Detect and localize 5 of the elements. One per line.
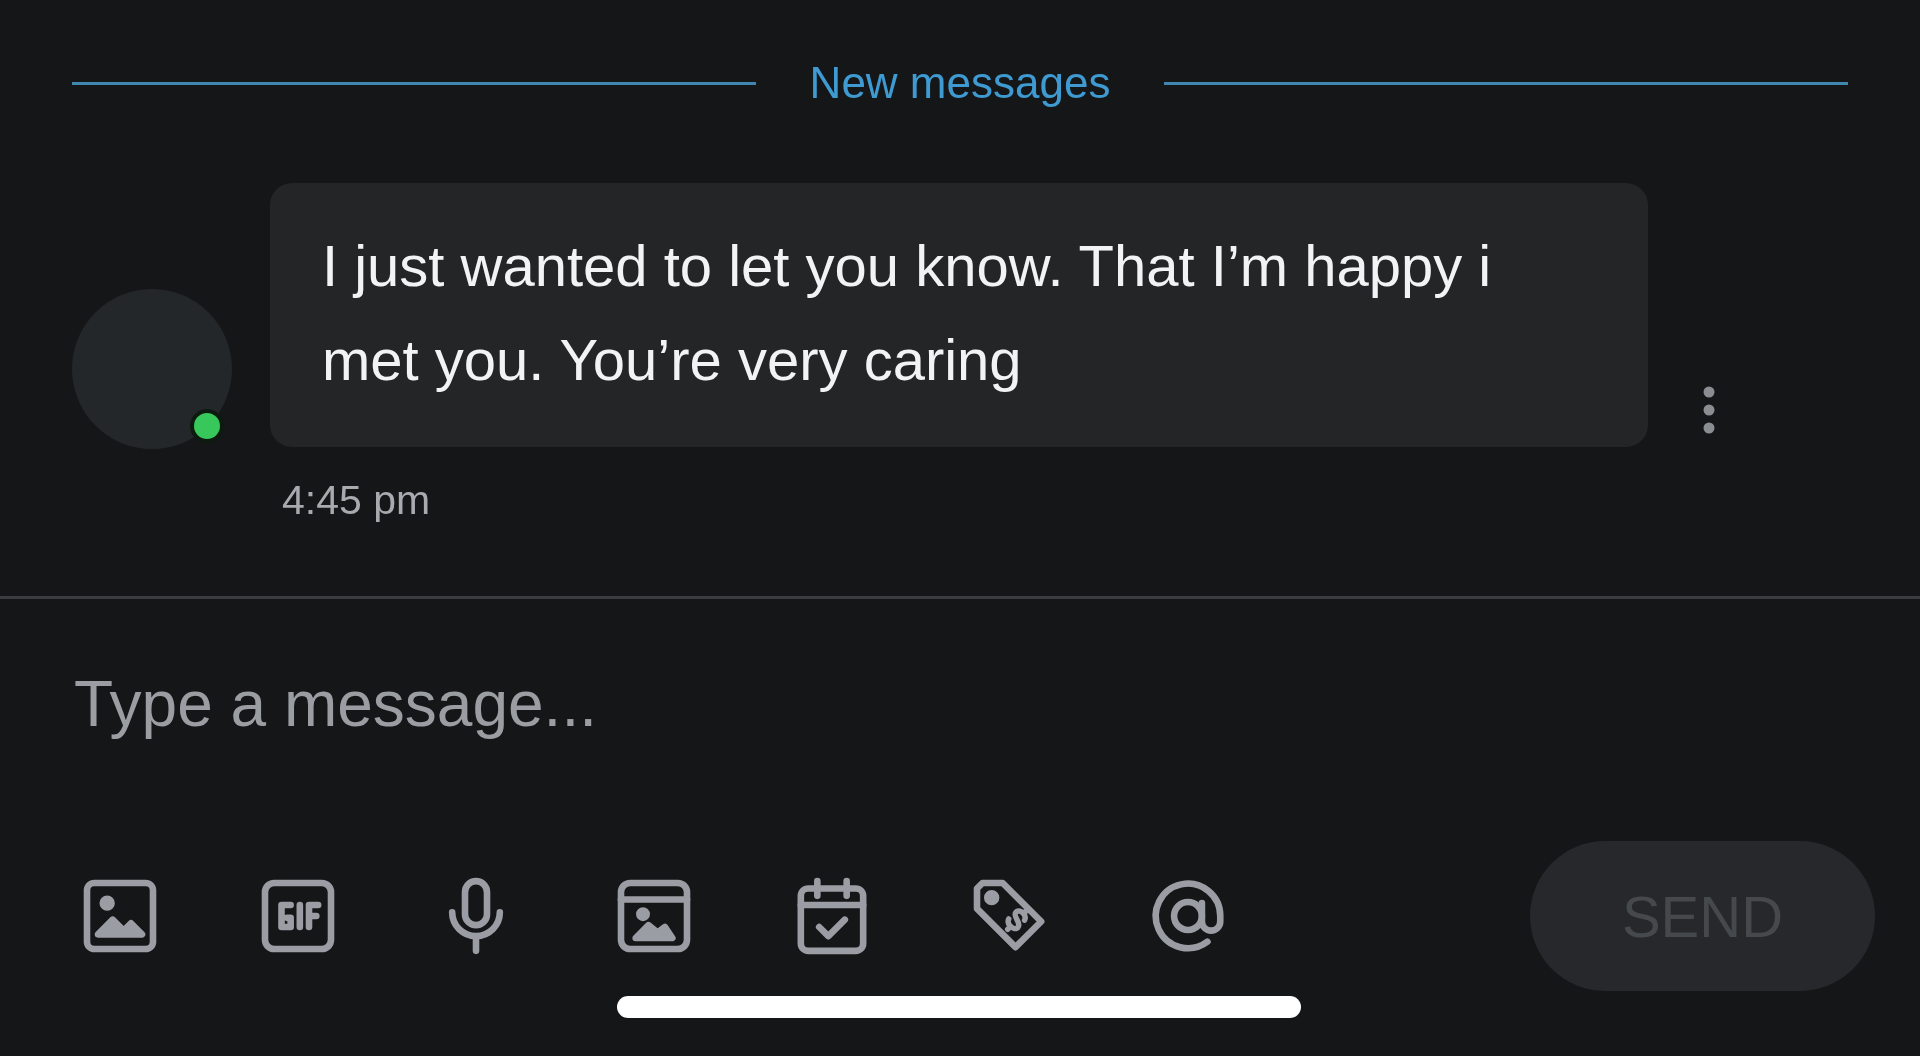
new-messages-label: New messages bbox=[809, 58, 1111, 108]
message-time: 4:45 pm bbox=[282, 477, 432, 524]
more-options-icon[interactable] bbox=[1702, 385, 1716, 435]
message-input[interactable]: Type a message... bbox=[74, 667, 1474, 741]
message-bubble: I just wanted to let you know. That I’m happy i met you. You’re very caring bbox=[270, 183, 1648, 447]
